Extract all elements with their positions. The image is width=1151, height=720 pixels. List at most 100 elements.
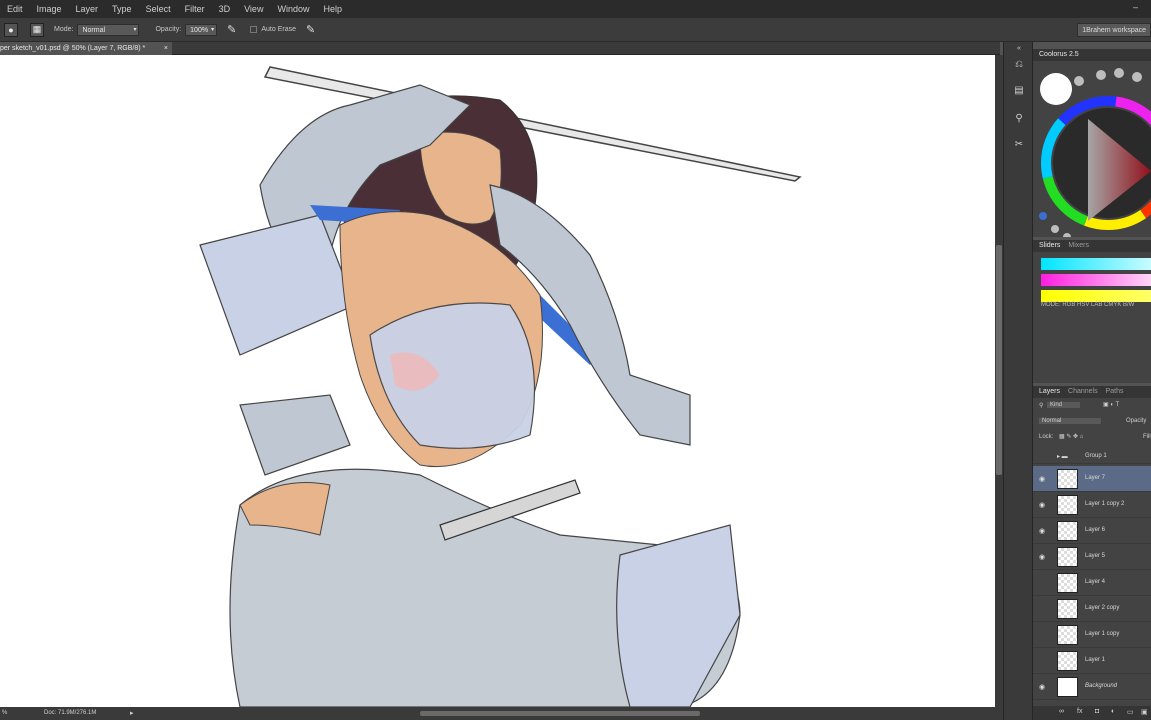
- chevron-down-icon: ▾: [133, 26, 137, 33]
- auto-erase-label: Auto Erase: [261, 26, 297, 33]
- vertical-scrollbar[interactable]: [995, 55, 1003, 707]
- document-tab[interactable]: per sketch_v01.psd @ 50% (Layer 7, RGB/8…: [0, 42, 172, 55]
- blend-row: Normal Opacity: [1033, 414, 1151, 430]
- clone-source-icon[interactable]: ⚲: [1012, 112, 1026, 126]
- menu-view[interactable]: View: [237, 0, 270, 18]
- blend-mode-select[interactable]: Normal: [1039, 418, 1102, 424]
- visibility-eye-icon[interactable]: ◉: [1039, 527, 1048, 535]
- minimize-button[interactable]: –: [1133, 2, 1143, 12]
- filter-kind-select[interactable]: Kind: [1047, 402, 1081, 408]
- layers-footer: ∞ fx ◘ ◐ ▭ ▣: [1033, 706, 1151, 720]
- layer-thumbnail: [1057, 625, 1078, 645]
- menu-window[interactable]: Window: [270, 0, 316, 18]
- layer-row[interactable]: ▸ ▬ Group 1: [1033, 450, 1151, 464]
- filter-icons[interactable]: ▣ ◐ T: [1103, 401, 1119, 408]
- layer-row[interactable]: ◉ Background: [1033, 674, 1151, 700]
- layer-row[interactable]: ◉ Layer 6: [1033, 518, 1151, 544]
- menu-edit[interactable]: Edit: [0, 0, 30, 18]
- horizontal-scrollbar-thumb[interactable]: [420, 711, 700, 716]
- tab-layers[interactable]: Layers: [1039, 388, 1060, 395]
- folder-icon[interactable]: ▭: [1127, 708, 1134, 716]
- fx-icon[interactable]: fx: [1077, 708, 1082, 715]
- layer-thumbnail: [1057, 573, 1078, 593]
- collapse-icon[interactable]: «: [1012, 42, 1026, 56]
- tool-presets-icon[interactable]: ✂: [1012, 138, 1026, 152]
- tab-paths[interactable]: Paths: [1106, 388, 1124, 395]
- tab-sliders[interactable]: Sliders: [1039, 242, 1060, 249]
- layer-row[interactable]: Layer 2 copy: [1033, 596, 1151, 622]
- lock-icons[interactable]: ▦ ✎ ✥ ⌂: [1059, 433, 1083, 440]
- history-icon[interactable]: ⎌: [1012, 58, 1026, 72]
- visibility-eye-icon[interactable]: ◉: [1039, 683, 1048, 691]
- layer-thumbnail: [1057, 495, 1078, 515]
- opacity-label: Opacity:: [155, 26, 182, 33]
- layer-thumbnail: [1057, 469, 1078, 489]
- close-icon[interactable]: ×: [164, 42, 168, 55]
- visibility-eye-icon[interactable]: [1039, 657, 1048, 664]
- zoom-readout[interactable]: %: [2, 710, 7, 716]
- workspace-select[interactable]: 1Brahem workspace: [1077, 23, 1151, 37]
- expand-group-icon[interactable]: ▸ ▬: [1057, 453, 1068, 460]
- mode-select[interactable]: Normal ▾: [77, 23, 140, 36]
- scroll-thumb[interactable]: [996, 245, 1002, 475]
- menu-help[interactable]: Help: [316, 0, 349, 18]
- mode-label: Mode:: [54, 26, 74, 33]
- layer-row[interactable]: Layer 1: [1033, 648, 1151, 674]
- menu-bar: Edit Image Layer Type Select Filter 3D V…: [0, 0, 1151, 18]
- layers-panel: Layers Channels Paths ⚲ Kind ▣ ◐ T Normal …: [1033, 386, 1151, 720]
- layer-name: Layer 2 copy: [1085, 605, 1120, 611]
- layer-name: Layer 6: [1085, 527, 1106, 533]
- visibility-eye-icon[interactable]: [1039, 453, 1048, 460]
- layer-row[interactable]: ◉ Layer 5: [1033, 544, 1151, 570]
- slider-mode-text[interactable]: MODE: RGB HSV LAB CMYK B/W: [1041, 302, 1134, 308]
- layer-name: Layer 4: [1085, 579, 1106, 585]
- status-bar: % Doc: 71.9M/276.1M ▸: [0, 707, 1003, 720]
- layer-row[interactable]: Layer 1 copy: [1033, 622, 1151, 648]
- link-icon[interactable]: ∞: [1059, 708, 1064, 715]
- brush-presets-icon[interactable]: ▤: [1012, 84, 1026, 98]
- layers-tabs: Layers Channels Paths: [1033, 386, 1151, 398]
- mask-icon[interactable]: ◘: [1095, 708, 1099, 715]
- visibility-eye-icon[interactable]: ◉: [1039, 501, 1048, 509]
- adjustment-icon[interactable]: ◐: [1111, 708, 1115, 715]
- menu-layer[interactable]: Layer: [69, 0, 106, 18]
- chevron-down-icon: ▾: [211, 26, 215, 33]
- brush-panel-icon[interactable]: ▦: [30, 22, 44, 37]
- status-menu-arrow-icon[interactable]: ▸: [130, 709, 134, 717]
- current-color-swatch: [1040, 73, 1072, 105]
- slider-yellow[interactable]: [1041, 290, 1151, 302]
- color-wheel[interactable]: [1033, 61, 1151, 241]
- tab-mixers[interactable]: Mixers: [1068, 242, 1089, 249]
- menu-3d[interactable]: 3D: [212, 0, 238, 18]
- sliders-tabs: Sliders Mixers: [1033, 240, 1151, 252]
- visibility-eye-icon[interactable]: ◉: [1039, 553, 1048, 561]
- mode-value: Normal: [82, 26, 106, 34]
- layer-name: Layer 5: [1085, 553, 1106, 559]
- visibility-eye-icon[interactable]: ◉: [1039, 475, 1048, 483]
- slider-cyan[interactable]: [1041, 258, 1151, 270]
- pressure-opacity-icon[interactable]: ✎: [227, 23, 236, 36]
- slider-magenta[interactable]: [1041, 274, 1151, 286]
- menu-image[interactable]: Image: [30, 0, 69, 18]
- layer-row[interactable]: ◉ Layer 7: [1033, 466, 1151, 492]
- tab-channels[interactable]: Channels: [1068, 388, 1098, 395]
- visibility-eye-icon[interactable]: [1039, 579, 1048, 586]
- canvas[interactable]: [0, 55, 995, 707]
- layer-row[interactable]: Layer 4: [1033, 570, 1151, 596]
- auto-erase-checkbox[interactable]: [250, 26, 258, 33]
- layer-name: Layer 1: [1085, 657, 1106, 663]
- visibility-eye-icon[interactable]: [1039, 605, 1048, 612]
- document-tab-title: per sketch_v01.psd @ 50% (Layer 7, RGB/8…: [0, 45, 146, 52]
- layer-thumbnail: [1057, 521, 1078, 541]
- menu-select[interactable]: Select: [139, 0, 178, 18]
- menu-filter[interactable]: Filter: [178, 0, 212, 18]
- brush-tool-preset-icon[interactable]: ●: [4, 22, 18, 37]
- menu-type[interactable]: Type: [105, 0, 139, 18]
- visibility-eye-icon[interactable]: [1039, 631, 1048, 638]
- opacity-input[interactable]: 100% ▾: [185, 23, 218, 36]
- layer-row[interactable]: ◉ Layer 1 copy 2: [1033, 492, 1151, 518]
- coolorus-panel: Coolorus 2.5: [1033, 49, 1151, 241]
- pressure-size-icon[interactable]: ✎: [306, 23, 315, 36]
- new-layer-icon[interactable]: ▣: [1141, 708, 1148, 716]
- coolorus-title[interactable]: Coolorus 2.5: [1039, 51, 1079, 58]
